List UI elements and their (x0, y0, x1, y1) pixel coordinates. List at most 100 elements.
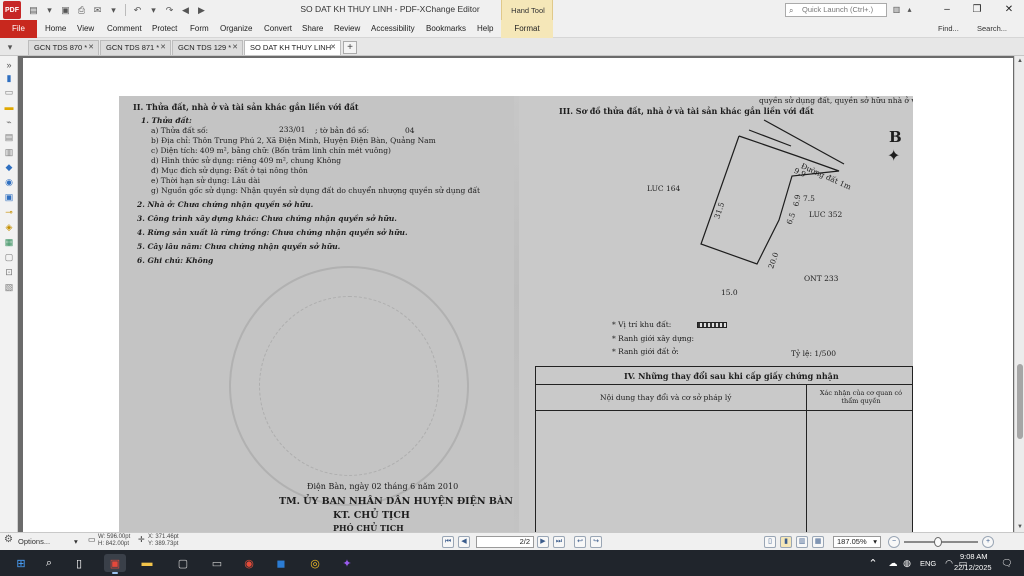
email-icon[interactable]: ✉ (91, 4, 104, 17)
measure-icon[interactable]: ▧ (3, 282, 15, 293)
properties-icon[interactable]: ▣ (3, 192, 15, 203)
minimize-button[interactable]: – (932, 0, 962, 20)
redo-icon[interactable]: ↷ (163, 4, 176, 17)
signatures-icon[interactable]: ⊸ (3, 207, 15, 218)
order-icon[interactable]: ▢ (3, 252, 15, 263)
restore-button[interactable]: ❐ (962, 0, 992, 20)
options-dropdown-icon[interactable]: ▾ (74, 537, 78, 546)
find-button[interactable]: Find... (938, 24, 959, 33)
zoom-out-button[interactable]: − (888, 536, 900, 548)
document-tab-active[interactable]: SO DAT KH THUY LINH ✕ (244, 40, 341, 55)
go-back-button[interactable]: ↩ (574, 536, 586, 548)
chrome-icon[interactable]: ◎ (304, 554, 326, 572)
document-tab[interactable]: GCN TDS 870 * ✕ (28, 40, 99, 55)
show-hidden-icons-icon[interactable]: ⌃ (866, 554, 880, 572)
search-icon[interactable]: ⌕ (38, 554, 60, 572)
open-folder-icon[interactable]: ▤ (27, 4, 40, 17)
clock-time[interactable]: 9:08 AM (960, 552, 988, 561)
zoom-level-select[interactable]: 187.05% ▾ (833, 536, 881, 548)
notification-icon[interactable]: 🗨 (1000, 554, 1014, 572)
save-icon[interactable]: ▣ (59, 4, 72, 17)
destinations-icon[interactable]: ◉ (3, 177, 15, 188)
bookmarks-icon[interactable]: ▮ (3, 73, 15, 84)
tab-form[interactable]: Form (190, 24, 209, 33)
options-gear-icon[interactable]: ⚙ (4, 534, 13, 545)
app-icon[interactable]: ✦ (336, 554, 358, 572)
forward-icon[interactable]: ▶ (195, 4, 208, 17)
file-explorer-icon[interactable]: ▬ (136, 554, 158, 572)
print-icon[interactable]: ⎙ (75, 4, 88, 17)
first-page-button[interactable]: ⏮ (442, 536, 454, 548)
file-menu-button[interactable]: File (0, 20, 37, 38)
task-view-icon[interactable]: ▯ (68, 554, 90, 572)
attachments-icon[interactable]: ⌁ (3, 117, 15, 128)
close-tab-icon[interactable]: ✕ (88, 41, 94, 55)
cloud-icon[interactable]: ☁ (886, 554, 900, 572)
tags-icon[interactable]: ◈ (3, 222, 15, 233)
tab-organize[interactable]: Organize (220, 24, 252, 33)
articles-icon[interactable]: ▦ (3, 237, 15, 248)
document-tab[interactable]: GCN TDS 871 * ✕ (100, 40, 171, 55)
app-icon[interactable]: ▢ (172, 554, 194, 572)
tab-home[interactable]: Home (45, 24, 66, 33)
scroll-down-arrow-icon[interactable]: ▼ (1015, 522, 1024, 532)
next-page-button[interactable]: ▶ (537, 536, 549, 548)
tab-list-icon[interactable]: ▾ (4, 41, 16, 53)
tab-convert[interactable]: Convert (264, 24, 292, 33)
thumbnails-icon[interactable]: ▭ (3, 87, 15, 98)
layers-icon[interactable]: ▤ (3, 132, 15, 143)
document-viewport[interactable]: II. Thửa đất, nhà ở và tài sản khác gắn … (18, 56, 1014, 532)
continuous-view-button[interactable]: ▮ (780, 536, 792, 548)
outlook-icon[interactable]: ◼ (270, 554, 292, 572)
tab-review[interactable]: Review (334, 24, 360, 33)
tab-bookmarks[interactable]: Bookmarks (426, 24, 466, 33)
app-icon[interactable]: ▭ (206, 554, 228, 572)
close-tab-icon[interactable]: ✕ (160, 41, 166, 55)
document-tab[interactable]: GCN TDS 129 * ✕ (172, 40, 243, 55)
previous-page-button[interactable]: ◀ (458, 536, 470, 548)
close-button[interactable]: ✕ (994, 0, 1024, 20)
tab-view[interactable]: View (77, 24, 94, 33)
zoom-in-button[interactable]: + (982, 536, 994, 548)
close-tab-icon[interactable]: ✕ (232, 41, 238, 55)
options-button[interactable]: Options... (18, 537, 50, 546)
continuous-facing-view-button[interactable]: ▦ (812, 536, 824, 548)
vertical-scrollbar[interactable]: ▲ ▼ (1014, 56, 1024, 532)
facing-view-button[interactable]: ▥ (796, 536, 808, 548)
new-tab-button[interactable]: + (343, 41, 357, 54)
collapse-ribbon-icon[interactable]: ▴ (904, 4, 915, 15)
network-icon[interactable]: ◍ (900, 554, 914, 572)
search-pane-icon[interactable]: ⊡ (3, 267, 15, 278)
last-page-button[interactable]: ⏭ (553, 536, 565, 548)
scrollbar-thumb[interactable] (1017, 364, 1023, 439)
tab-accessibility[interactable]: Accessibility (371, 24, 415, 33)
dropdown-arrow-icon[interactable]: ▾ (147, 4, 160, 17)
clock-date[interactable]: 22/12/2025 (954, 563, 992, 572)
single-page-view-button[interactable]: ▯ (764, 536, 776, 548)
zoom-slider-knob[interactable] (934, 537, 942, 547)
expand-pane-icon[interactable]: » (3, 60, 15, 71)
page-number-input[interactable]: 2/2 (476, 536, 534, 548)
fields-icon[interactable]: ◆ (3, 162, 15, 173)
input-language[interactable]: ENG (920, 559, 936, 568)
app-icon[interactable]: ◉ (238, 554, 260, 572)
content-icon[interactable]: ▥ (3, 147, 15, 158)
scroll-up-arrow-icon[interactable]: ▲ (1015, 56, 1024, 66)
quick-launch-input[interactable]: ⌕ Quick Launch (Ctrl+.) (785, 3, 887, 17)
windows-start-icon[interactable]: ⊞ (10, 554, 32, 572)
dropdown-arrow-icon[interactable]: ▾ (43, 4, 56, 17)
pdf-xchange-app-icon[interactable]: PDF (3, 1, 21, 19)
tab-format[interactable]: Format (501, 20, 553, 38)
search-button[interactable]: Search... (977, 24, 1007, 33)
back-icon[interactable]: ◀ (179, 4, 192, 17)
dropdown-arrow-icon[interactable]: ▾ (107, 4, 120, 17)
go-forward-button[interactable]: ↪ (590, 536, 602, 548)
tab-help[interactable]: Help (477, 24, 493, 33)
undo-icon[interactable]: ↶ (131, 4, 144, 17)
ribbon-options-icon[interactable]: ▥ (891, 4, 902, 15)
close-tab-icon[interactable]: ✕ (330, 41, 336, 55)
pdf-xchange-taskbar-icon[interactable]: ▣ (104, 554, 126, 574)
tab-share[interactable]: Share (302, 24, 323, 33)
tab-protect[interactable]: Protect (152, 24, 177, 33)
comments-icon[interactable]: ▬ (3, 102, 15, 113)
